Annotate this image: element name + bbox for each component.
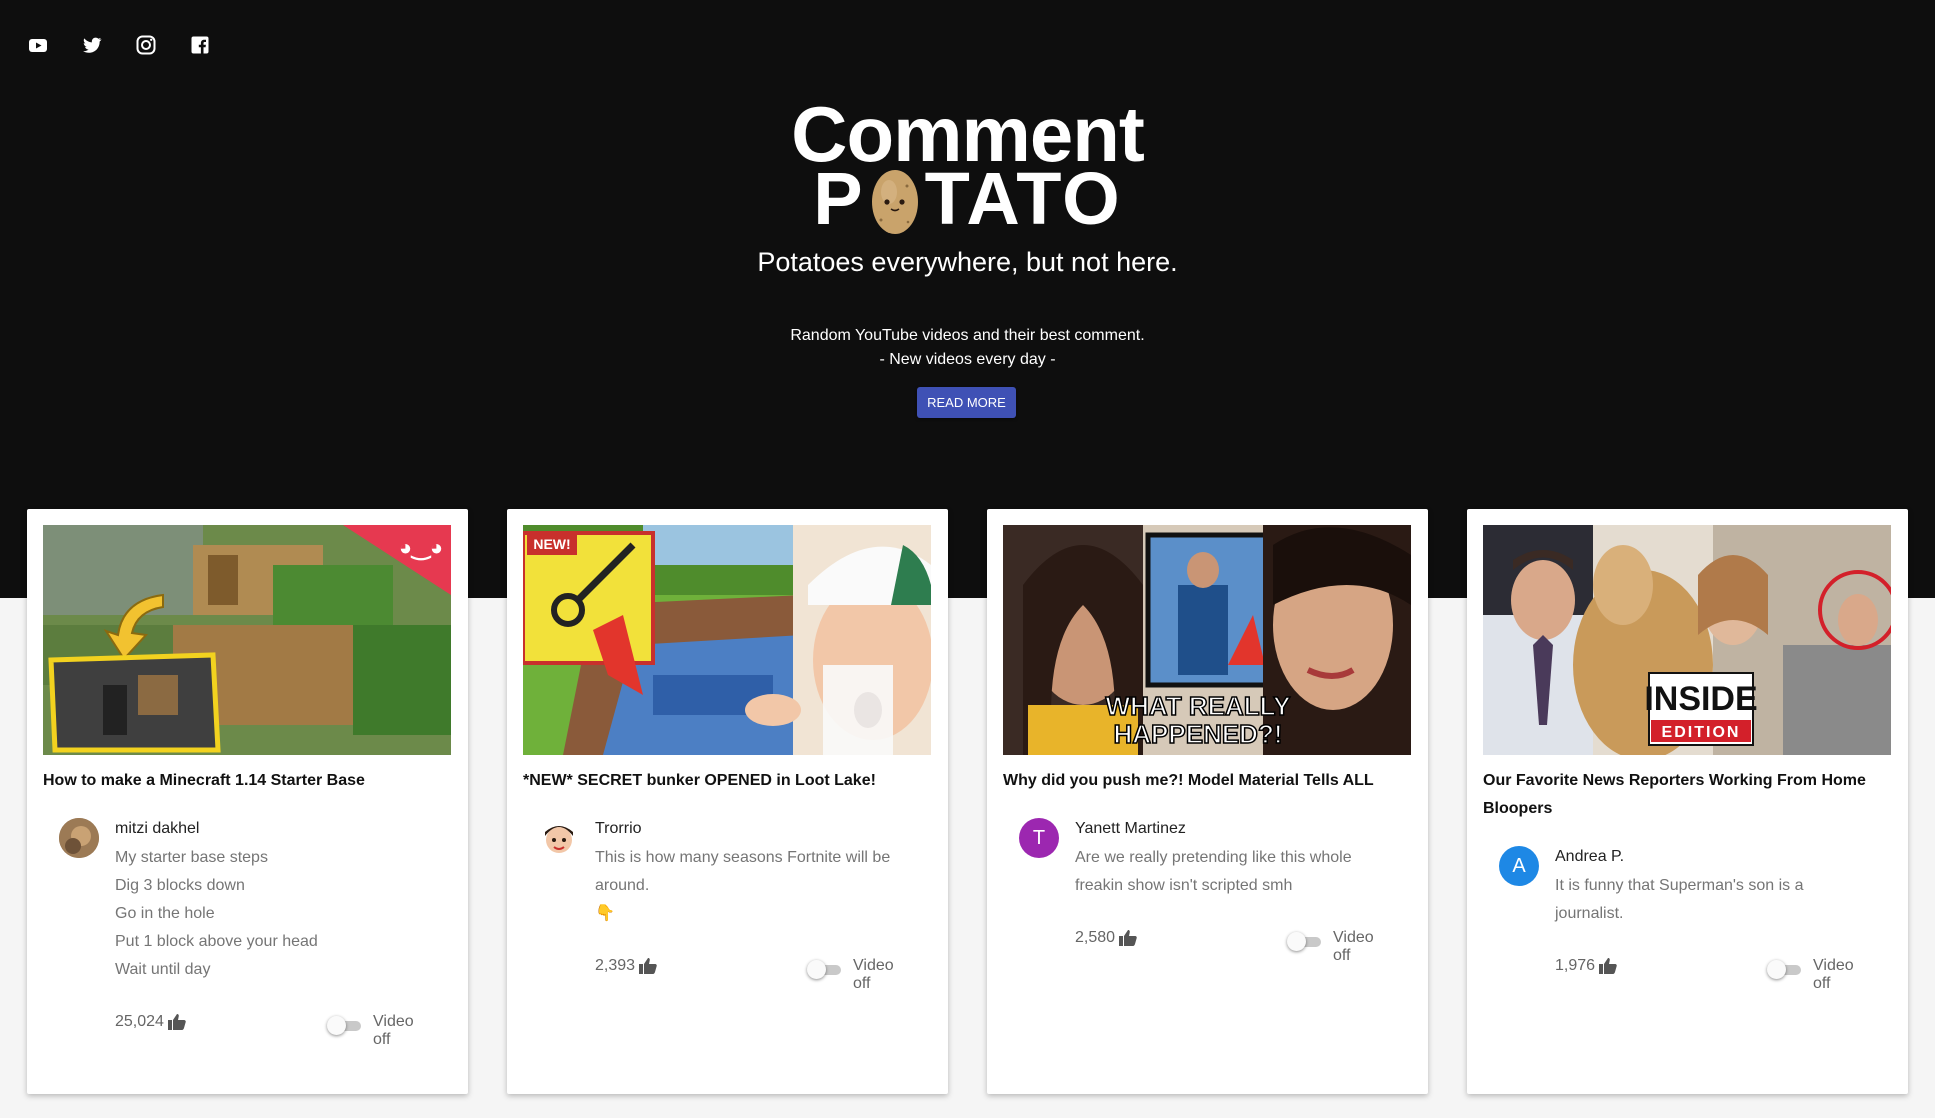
intro-line-2: - New videos every day -: [879, 351, 1056, 368]
comment-stats: 2,393 Video off: [595, 957, 915, 992]
site-logo[interactable]: Comment P TATO: [0, 95, 1935, 236]
thumb-up-icon: [639, 958, 657, 974]
video-toggle-label: Video off: [1813, 957, 1854, 992]
video-toggle-label: Video off: [853, 957, 894, 992]
youtube-icon[interactable]: [27, 34, 49, 56]
video-toggle[interactable]: [1287, 931, 1321, 951]
twitter-icon[interactable]: [81, 34, 103, 56]
video-thumbnail[interactable]: WHAT REALLY HAPPENED?!: [1003, 525, 1411, 755]
thumb-overlay-line-1: INSIDE: [1644, 680, 1757, 718]
video-title[interactable]: *NEW* SECRET bunker OPENED in Loot Lake!: [523, 767, 931, 795]
avatar: [59, 818, 99, 858]
thumb-overlay-line-2: EDITION: [1662, 724, 1741, 741]
avatar: [539, 818, 579, 858]
video-toggle[interactable]: [807, 959, 841, 979]
video-toggle[interactable]: [327, 1015, 361, 1035]
comment-text: It is funny that Superman's son is a jou…: [1555, 877, 1804, 922]
facebook-icon[interactable]: [189, 34, 211, 56]
logo-letter-p: P: [813, 157, 865, 240]
read-more-button[interactable]: READ MORE: [917, 387, 1016, 418]
video-title[interactable]: How to make a Minecraft 1.14 Starter Bas…: [43, 767, 451, 795]
video-title[interactable]: Why did you push me?! Model Material Tel…: [1003, 767, 1411, 795]
thumb-up-icon: [1119, 930, 1137, 946]
video-thumbnail[interactable]: NEW!: [523, 525, 931, 755]
comment-stats: 1,976 Video off: [1555, 957, 1875, 992]
like-count-value: 2,393: [595, 957, 636, 974]
new-badge-text: NEW!: [533, 536, 570, 552]
video-thumbnail[interactable]: INSIDE EDITION: [1483, 525, 1891, 755]
video-card: NEW! *NEW* SECRET bunker OPENED in Loot …: [507, 509, 948, 1094]
avatar: A: [1499, 846, 1539, 886]
like-count: 2,393: [595, 957, 657, 975]
comment-author[interactable]: Andrea P.: [1555, 846, 1624, 868]
thumb-up-icon: [1599, 958, 1617, 974]
like-count: 25,024: [115, 1013, 186, 1031]
comment-text: My starter base steps Dig 3 blocks down …: [115, 849, 318, 978]
intro-line-1: Random YouTube videos and their best com…: [790, 327, 1145, 344]
video-card: INSIDE EDITION Our Favorite News Reporte…: [1467, 509, 1908, 1094]
video-toggle[interactable]: [1767, 959, 1801, 979]
comment-author[interactable]: Trorrio: [595, 818, 642, 840]
like-count-value: 25,024: [115, 1013, 164, 1030]
logo-text-potato: P TATO: [0, 162, 1935, 236]
tagline: Potatoes everywhere, but not here.: [757, 247, 1178, 277]
video-thumbnail[interactable]: ◕‿◕: [43, 525, 451, 755]
thumb-overlay-line-2: HAPPENED?!: [1113, 719, 1282, 749]
like-count-value: 1,976: [1555, 957, 1596, 974]
video-card: ◕‿◕ How to make a Minecraft 1.14 Starter…: [27, 509, 468, 1094]
thumb-up-icon: [167, 1014, 186, 1030]
thumb-overlay-line-1: WHAT REALLY: [1106, 691, 1291, 721]
logo-letters-tato: TATO: [924, 157, 1122, 240]
comment-text: Are we really pretending like this whole…: [1075, 849, 1352, 894]
intro-text: Random YouTube videos and their best com…: [0, 324, 1935, 372]
potato-icon: [871, 170, 918, 234]
svg-text:◕‿◕: ◕‿◕: [399, 535, 443, 562]
avatar: T: [1019, 818, 1059, 858]
instagram-icon[interactable]: [135, 34, 157, 56]
video-toggle-label: Video off: [1333, 929, 1374, 964]
comment-author[interactable]: mitzi dakhel: [115, 818, 199, 840]
video-card: WHAT REALLY HAPPENED?! Why did you push …: [987, 509, 1428, 1094]
comment-stats: 2,580 Video off: [1075, 929, 1395, 964]
like-count: 2,580: [1075, 929, 1137, 947]
comment-stats: 25,024 Video off: [115, 1013, 435, 1048]
social-links: [27, 34, 211, 56]
video-toggle-label: Video off: [373, 1013, 414, 1048]
like-count: 1,976: [1555, 957, 1617, 975]
comment-author[interactable]: Yanett Martinez: [1075, 818, 1186, 840]
video-title[interactable]: Our Favorite News Reporters Working From…: [1483, 767, 1891, 823]
like-count-value: 2,580: [1075, 929, 1116, 946]
comment-text: This is how many seasons Fortnite will b…: [595, 849, 891, 922]
